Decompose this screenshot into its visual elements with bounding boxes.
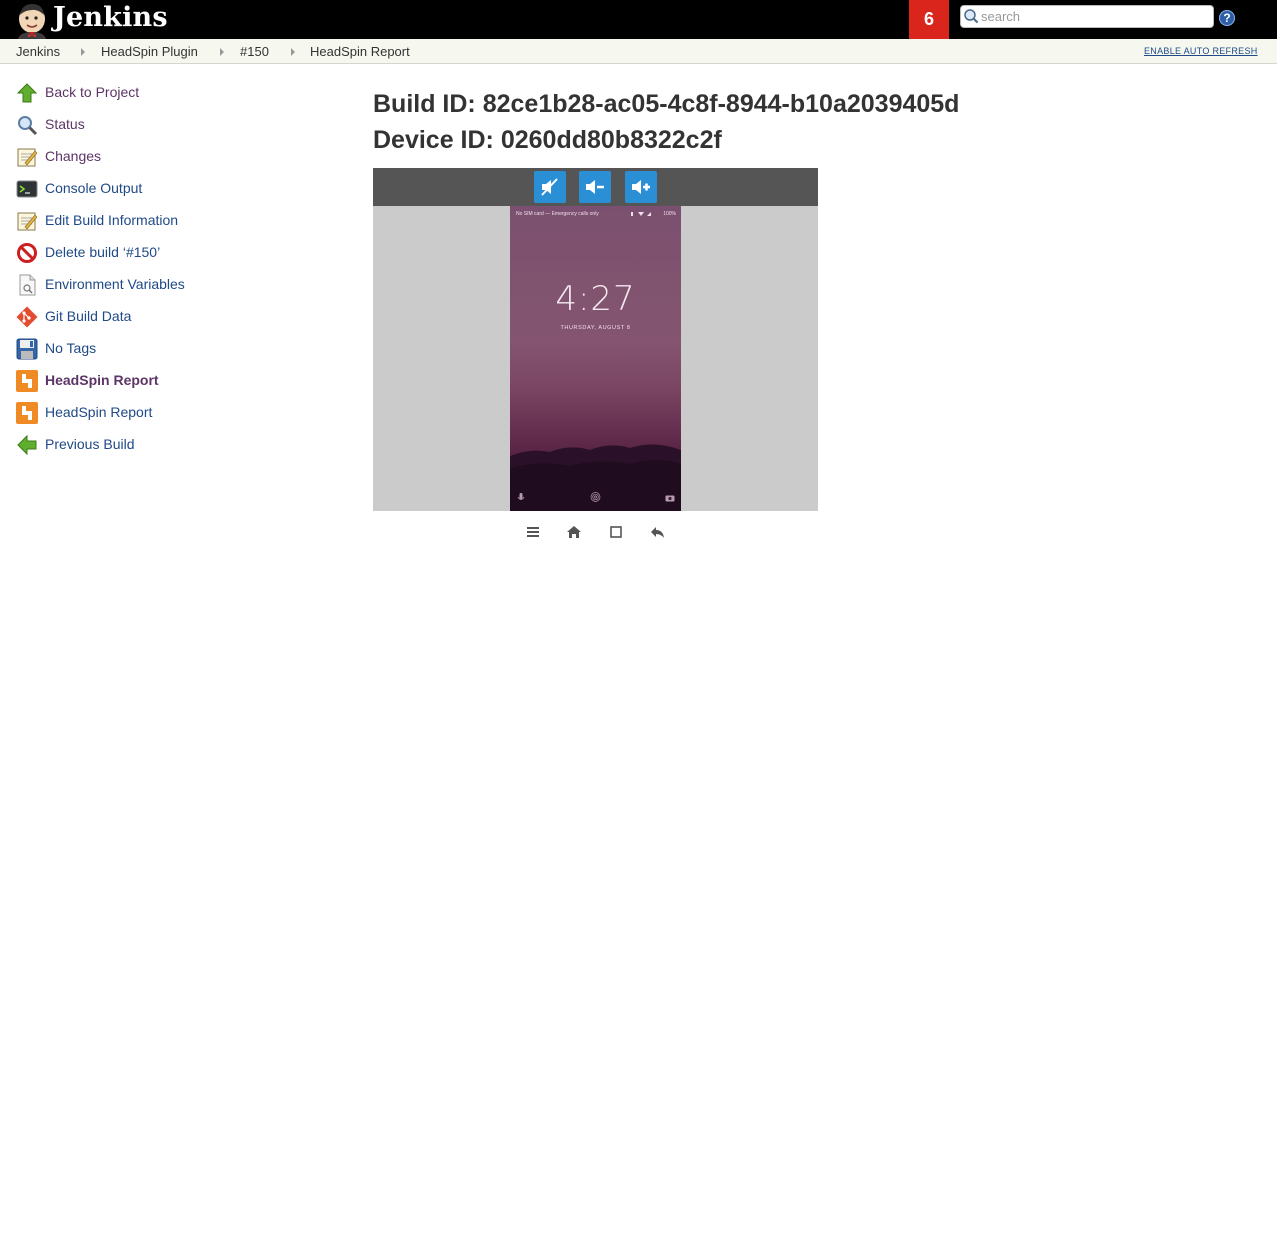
- volume-down-icon: [586, 180, 604, 194]
- home-button[interactable]: [565, 523, 583, 541]
- no-entry-icon: [17, 243, 37, 263]
- sidebar-item-headspin-report[interactable]: HeadSpin Report: [16, 401, 152, 425]
- back-icon: [651, 527, 664, 538]
- breadcrumb-separator-icon[interactable]: [291, 48, 295, 56]
- breadcrumb-separator-icon[interactable]: [220, 48, 224, 56]
- headspin-icon: [16, 370, 38, 392]
- magnifier-icon: [18, 116, 38, 136]
- sidebar-item-label: Console Output: [45, 180, 143, 196]
- phone-status-text: No SIM card — Emergency calls only: [516, 211, 599, 217]
- jenkins-butler-icon: [18, 4, 46, 39]
- fingerprint-icon: [590, 492, 601, 502]
- menu-button[interactable]: [524, 523, 542, 541]
- sidebar-item-label: Git Build Data: [45, 308, 132, 324]
- headspin-icon: [16, 402, 38, 424]
- left-arrow-icon: [17, 434, 37, 456]
- volume-up-icon: [632, 180, 650, 194]
- sidebar-item-environment-variables[interactable]: Environment Variables: [16, 273, 185, 297]
- sidebar-item-label: Previous Build: [45, 436, 135, 452]
- sidebar-item-edit-build-information[interactable]: Edit Build Information: [16, 209, 178, 233]
- enable-auto-refresh-link[interactable]: ENABLE AUTO REFRESH: [1144, 46, 1258, 56]
- jenkins-logo[interactable]: [14, 1, 50, 39]
- back-button[interactable]: [649, 523, 667, 541]
- phone-battery-text: 100%: [663, 211, 676, 217]
- help-icon[interactable]: ?: [1219, 10, 1235, 26]
- device-viewer: No SIM card — Emergency calls only 100% …: [373, 168, 818, 511]
- breadcrumb-separator-icon[interactable]: [81, 48, 85, 56]
- sidebar-item-label: HeadSpin Report: [45, 372, 159, 388]
- header: Jenkins 6 ?: [0, 0, 1277, 39]
- document-search-icon: [19, 274, 36, 296]
- sidebar-item-label: Status: [45, 116, 85, 132]
- build-id-heading: Build ID: 82ce1b28-ac05-4c8f-8944-b10a20…: [373, 90, 960, 118]
- search-icon: [964, 9, 979, 24]
- sidebar-item-back-to-project[interactable]: Back to Project: [16, 81, 139, 105]
- volume-down-button[interactable]: [579, 171, 611, 203]
- sidebar-item-label: Back to Project: [45, 84, 140, 100]
- jenkins-logo-text[interactable]: Jenkins: [53, 2, 168, 33]
- breadcrumb: Jenkins HeadSpin Plugin #150 HeadSpin Re…: [0, 39, 1277, 64]
- sidebar-item-label: Delete build ‘#150’: [45, 244, 161, 260]
- lock-screen-date: THURSDAY, AUGUST 8: [560, 325, 631, 331]
- sidebar-item-label: Environment Variables: [45, 276, 185, 292]
- overview-button[interactable]: [607, 523, 625, 541]
- floppy-icon: [16, 338, 38, 360]
- sidebar-item-headspin-report-active[interactable]: HeadSpin Report: [16, 369, 159, 393]
- overview-icon: [610, 526, 622, 538]
- home-icon: [567, 526, 581, 538]
- breadcrumb-item-report[interactable]: HeadSpin Report: [310, 44, 410, 59]
- notepad-icon: [17, 212, 38, 231]
- lock-screen-time: 4:27: [555, 279, 636, 319]
- sidebar-item-label: Changes: [45, 148, 102, 164]
- up-arrow-icon: [16, 83, 38, 103]
- sidebar-item-label: No Tags: [45, 340, 97, 356]
- sidebar-item-delete-build[interactable]: Delete build ‘#150’: [16, 241, 160, 265]
- volume-up-button[interactable]: [625, 171, 657, 203]
- sidebar-item-label: HeadSpin Report: [45, 404, 153, 420]
- breadcrumb-item-project[interactable]: HeadSpin Plugin: [101, 44, 198, 59]
- mute-icon: [541, 178, 558, 196]
- sidebar-item-status[interactable]: Status: [16, 113, 85, 137]
- camera-icon: [665, 495, 675, 502]
- menu-icon: [527, 527, 539, 537]
- sidebar-item-no-tags[interactable]: No Tags: [16, 337, 96, 361]
- search-input[interactable]: [981, 8, 1209, 25]
- phone-screen[interactable]: No SIM card — Emergency calls only 100% …: [510, 206, 681, 511]
- mute-button[interactable]: [534, 171, 566, 203]
- breadcrumb-item-build[interactable]: #150: [240, 44, 269, 59]
- microphone-icon: [517, 493, 525, 500]
- phone-status-icons: [631, 212, 651, 216]
- device-nav-buttons: [524, 523, 674, 541]
- search-box[interactable]: [960, 5, 1214, 28]
- notification-badge[interactable]: 6: [909, 0, 949, 39]
- sidebar-item-git-build-data[interactable]: Git Build Data: [16, 305, 131, 329]
- sidebar-item-label: Edit Build Information: [45, 212, 179, 228]
- git-icon: [16, 306, 38, 328]
- sidebar-item-changes[interactable]: Changes: [16, 145, 101, 169]
- volume-toolbar: [373, 168, 818, 206]
- sidebar-item-console-output[interactable]: Console Output: [16, 177, 142, 201]
- terminal-icon: [16, 180, 38, 198]
- device-id-heading: Device ID: 0260dd80b8322c2f: [373, 126, 722, 154]
- breadcrumb-item-jenkins[interactable]: Jenkins: [16, 44, 60, 59]
- notepad-icon: [17, 148, 38, 167]
- sidebar-item-previous-build[interactable]: Previous Build: [16, 433, 135, 457]
